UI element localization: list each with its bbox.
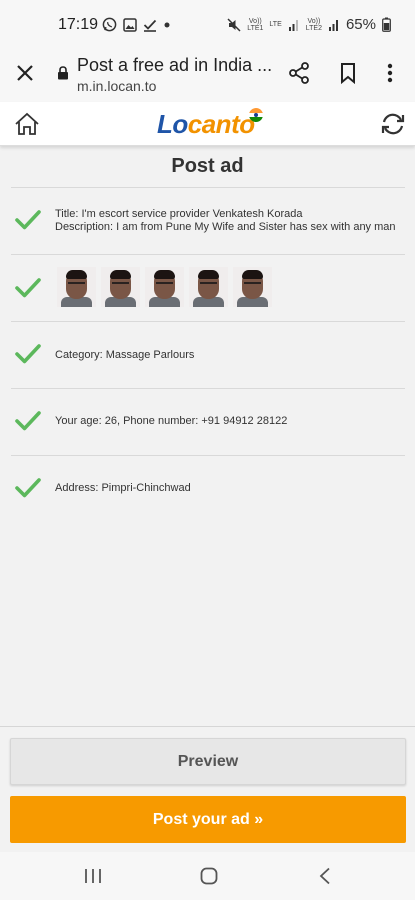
page-title-tab[interactable]: Post a free ad in India ...	[77, 55, 272, 76]
age-phone-text: Your age: 26, Phone number: +91 94912 28…	[55, 415, 288, 427]
post-ad-button[interactable]: Post your ad »	[10, 796, 406, 843]
checkmark-icon	[15, 344, 41, 364]
photo-thumbnail[interactable]	[233, 267, 272, 307]
photo-thumbnail[interactable]	[57, 267, 96, 307]
status-time: 17:19	[58, 16, 99, 33]
lock-icon	[58, 66, 68, 80]
summary-row-photos[interactable]	[11, 255, 405, 321]
address-text: Address: Pimpri-Chinchwad	[55, 482, 191, 494]
url-text[interactable]: m.in.locan.to	[77, 78, 156, 94]
checkmark-icon	[15, 210, 41, 230]
ad-title-text: Title: I'm escort service provider Venka…	[55, 208, 303, 220]
post-ad-heading: Post ad	[171, 155, 244, 177]
signal1-icon	[288, 19, 298, 31]
checkmark-icon	[15, 278, 41, 298]
refresh-icon[interactable]	[380, 112, 406, 136]
photo-thumbnail[interactable]	[145, 267, 184, 307]
photo-thumbnails	[57, 267, 272, 307]
mute-icon	[227, 17, 241, 32]
volte2-icon: Vo)) LTE2	[305, 17, 322, 32]
preview-button[interactable]: Preview	[10, 738, 406, 785]
more-options-icon[interactable]	[386, 62, 394, 84]
checkmark-icon	[15, 478, 41, 498]
summary-row-address[interactable]: Address: Pimpri-Chinchwad	[11, 456, 405, 522]
system-nav-bar	[0, 852, 415, 900]
gallery-icon	[123, 17, 137, 32]
category-text: Category: Massage Parlours	[55, 349, 195, 361]
checkmark-icon	[15, 411, 41, 431]
back-icon[interactable]	[318, 867, 332, 885]
bookmark-icon[interactable]	[338, 62, 358, 84]
recent-apps-icon[interactable]	[84, 868, 102, 884]
summary-row-contact[interactable]: Your age: 26, Phone number: +91 94912 28…	[11, 389, 405, 455]
whatsapp-icon	[102, 17, 117, 32]
browser-toolbar: Post a free ad in India ... m.in.locan.t…	[0, 46, 415, 102]
dot-icon	[164, 22, 170, 27]
check-icon	[143, 19, 157, 32]
photo-thumbnail[interactable]	[101, 267, 140, 307]
locanto-logo[interactable]: Locanto	[157, 109, 255, 140]
share-icon[interactable]	[288, 62, 310, 84]
volte1-icon: Vo)) LTE1	[247, 17, 264, 32]
summary-row-title[interactable]: Title: I'm escort service provider Venka…	[11, 188, 405, 254]
home-nav-icon[interactable]	[200, 867, 218, 885]
close-icon[interactable]	[12, 60, 38, 86]
photo-thumbnail[interactable]	[189, 267, 228, 307]
action-bar: Preview Post your ad »	[0, 726, 415, 852]
battery-icon	[382, 17, 391, 32]
status-bar: 17:19 Vo)) LTE1 LTE Vo)) LTE2 65%	[0, 0, 415, 46]
summary-row-category[interactable]: Category: Massage Parlours	[11, 322, 405, 388]
site-header: Locanto	[0, 102, 415, 146]
india-flag-icon	[249, 108, 263, 122]
battery-percent: 65%	[345, 16, 376, 33]
home-icon[interactable]	[14, 111, 40, 137]
signal2-icon	[328, 19, 338, 31]
lte-icon: LTE	[269, 21, 282, 28]
ad-description-text: Description: I am from Pune My Wife and …	[55, 221, 396, 233]
